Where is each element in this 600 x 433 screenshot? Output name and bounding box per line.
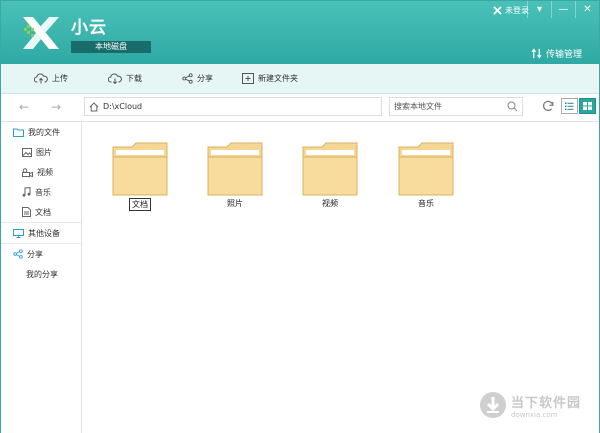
back-arrow-icon[interactable]: ← (19, 100, 29, 114)
image-icon (22, 147, 32, 157)
folder-label: 照片 (227, 199, 243, 208)
download-label: 下载 (126, 74, 142, 83)
music-note-icon (22, 187, 31, 197)
address-row: ← → D:\xCloud 搜索本地文件 (1, 94, 599, 122)
sidebar-label: 音乐 (35, 187, 51, 197)
xcloud-small-icon (493, 6, 502, 15)
sidebar-label: 文档 (35, 207, 51, 217)
list-view-icon (565, 102, 574, 110)
sidebar-label: 我的文件 (28, 127, 60, 137)
sidebar-item-videos[interactable]: 视频 (1, 162, 81, 182)
sidebar-label: 我的分享 (26, 269, 58, 279)
search-input[interactable]: 搜索本地文件 (389, 97, 523, 116)
transfer-label: 传输管理 (546, 50, 583, 60)
sidebar-label: 分享 (27, 249, 43, 259)
watermark: 当下软件园 downxia.com (479, 391, 581, 419)
share-icon (182, 73, 193, 84)
download-circle-icon (480, 392, 506, 418)
address-bar[interactable]: D:\xCloud (84, 97, 382, 116)
title-bar: 小云 本地磁盘 未登录 ▾ — ✕ 传输管理 (1, 1, 599, 64)
grid-view-icon (583, 102, 592, 110)
sidebar-item-other-devices[interactable]: 其他设备 (1, 223, 81, 243)
login-label: 未登录 (505, 6, 529, 15)
minimize-button[interactable]: — (551, 1, 575, 18)
xcloud-logo-icon (23, 17, 59, 49)
login-link[interactable]: 未登录 (493, 5, 529, 16)
folder-item-videos[interactable]: 视频 (302, 142, 358, 209)
forward-arrow-icon[interactable]: → (51, 100, 61, 114)
app-window: 小云 本地磁盘 未登录 ▾ — ✕ 传输管理 上传 下载 分享 新建文件夹 ← … (0, 0, 600, 433)
folder-icon (398, 142, 454, 196)
toolbar: 上传 下载 分享 新建文件夹 (1, 64, 599, 94)
folder-item-music[interactable]: 音乐 (398, 142, 454, 209)
home-icon (89, 101, 99, 111)
watermark-url: downxia.com (511, 410, 558, 419)
new-folder-icon (242, 73, 254, 84)
sidebar-item-my-files[interactable]: 我的文件 (1, 122, 81, 142)
folder-icon (302, 142, 358, 196)
folder-item-photos[interactable]: 照片 (207, 142, 263, 209)
folder-label: 音乐 (418, 199, 434, 208)
search-icon[interactable] (507, 101, 518, 112)
monitor-icon (13, 228, 24, 238)
sidebar-item-share[interactable]: 分享 (1, 244, 81, 264)
transfer-manager-button[interactable]: 传输管理 (531, 47, 582, 60)
sidebar-label: 视频 (37, 167, 53, 177)
new-folder-label: 新建文件夹 (258, 74, 298, 83)
sidebar: 我的文件 图片 视频 音乐 文档 其他设备 分享 我的分享 (1, 122, 82, 433)
upload-label: 上传 (52, 74, 68, 83)
sidebar-label: 其他设备 (28, 228, 60, 238)
share-icon (13, 249, 23, 259)
search-placeholder: 搜索本地文件 (394, 102, 442, 111)
download-cloud-icon (108, 73, 122, 84)
new-folder-button[interactable]: 新建文件夹 (242, 64, 298, 93)
close-button[interactable]: ✕ (575, 1, 599, 18)
download-button[interactable]: 下载 (108, 64, 142, 93)
address-path: D:\xCloud (103, 102, 143, 111)
file-grid: 文档 照片 视频 音乐 (82, 122, 599, 433)
share-label: 分享 (197, 74, 213, 83)
sidebar-item-my-share[interactable]: 我的分享 (1, 264, 81, 284)
video-icon (22, 167, 33, 177)
document-icon (22, 207, 31, 217)
refresh-icon[interactable] (541, 99, 555, 113)
folder-outline-icon (13, 128, 24, 137)
folder-item-documents[interactable]: 文档 (112, 142, 168, 211)
sidebar-label: 图片 (36, 147, 52, 157)
upload-button[interactable]: 上传 (34, 64, 68, 93)
folder-icon (207, 142, 263, 196)
folder-icon (112, 142, 168, 196)
watermark-title: 当下软件园 (511, 395, 582, 411)
folder-label: 文档 (129, 198, 151, 211)
sidebar-item-music[interactable]: 音乐 (1, 182, 81, 202)
app-subtitle: 本地磁盘 (71, 41, 151, 53)
menu-dropdown-button[interactable]: ▾ (527, 1, 551, 18)
sidebar-item-pictures[interactable]: 图片 (1, 142, 81, 162)
app-title: 小云 (71, 18, 107, 38)
folder-label: 视频 (322, 199, 338, 208)
window-controls: ▾ — ✕ (527, 1, 599, 18)
grid-view-button[interactable] (579, 98, 596, 114)
share-button[interactable]: 分享 (182, 64, 213, 93)
list-view-button[interactable] (561, 98, 578, 114)
transfer-icon (531, 48, 542, 59)
upload-cloud-icon (34, 73, 48, 84)
sidebar-item-documents[interactable]: 文档 (1, 202, 81, 222)
